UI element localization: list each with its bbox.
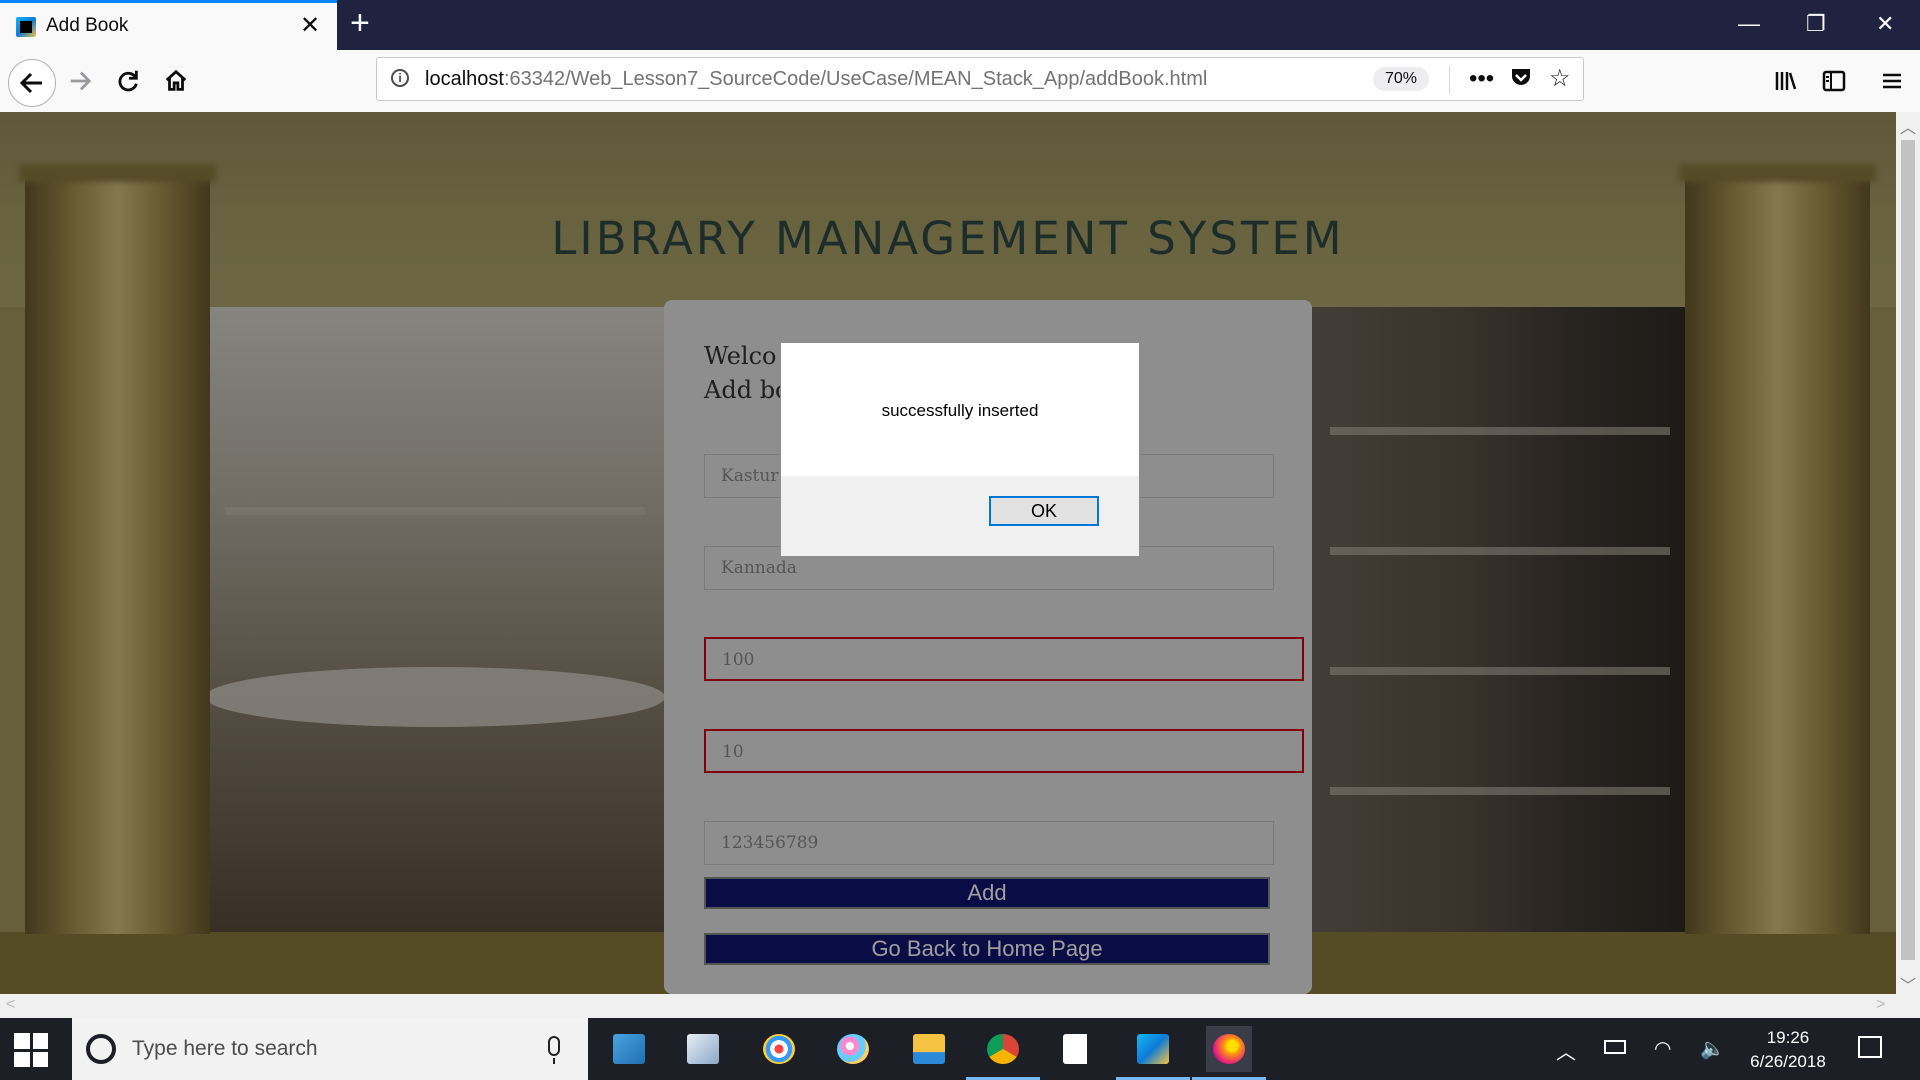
chrome-icon xyxy=(987,1034,1019,1064)
home-button[interactable] xyxy=(156,61,196,101)
scrollbar-corner xyxy=(1896,994,1920,1018)
clock-date: 6/26/2018 xyxy=(1750,1052,1826,1071)
home-icon xyxy=(165,69,187,91)
reload-button[interactable] xyxy=(108,61,148,101)
show-hidden-icons-chevron-icon[interactable]: ︿ xyxy=(1556,1036,1576,1065)
windows-start-button[interactable] xyxy=(14,1033,48,1067)
alert-dialog: successfully inserted OK xyxy=(780,342,1140,557)
url-text[interactable]: localhost:63342/Web_Lesson7_SourceCode/U… xyxy=(425,68,1207,91)
new-tab-button[interactable]: + xyxy=(350,6,370,40)
taskbar-clock[interactable]: 19:26 6/26/2018 xyxy=(1738,1026,1838,1074)
back-button[interactable] xyxy=(8,59,56,107)
alert-footer: OK xyxy=(781,476,1139,556)
window-close-button[interactable]: ✕ xyxy=(1876,10,1894,38)
sticky-notes-icon xyxy=(1063,1034,1095,1064)
zoom-level-indicator[interactable]: 70% xyxy=(1373,67,1429,91)
file-viewer-icon xyxy=(687,1034,719,1064)
windows-logo-icon xyxy=(14,1033,30,1049)
scroll-right-icon[interactable]: > xyxy=(1876,996,1885,1014)
taskbar-search-placeholder: Type here to search xyxy=(132,1037,318,1060)
taskbar-paint[interactable] xyxy=(756,1026,802,1072)
alert-message: successfully inserted xyxy=(881,401,1039,420)
wifi-icon[interactable]: ◠ xyxy=(1654,1036,1671,1061)
control-panel-icon xyxy=(613,1034,645,1064)
library-icon xyxy=(1775,72,1797,90)
browser-titlebar: Add Book ✕ + — ❐ ✕ xyxy=(0,0,1920,50)
vertical-scrollbar[interactable]: ︿ ﹀ xyxy=(1896,112,1920,996)
pocket-icon[interactable] xyxy=(1509,65,1533,95)
taskbar-search-box[interactable]: Type here to search xyxy=(72,1018,588,1080)
browser-tab-add-book[interactable]: Add Book ✕ xyxy=(0,0,337,50)
browser-navbar: i localhost:63342/Web_Lesson7_SourceCode… xyxy=(0,50,1920,113)
urlbar-separator xyxy=(1449,66,1450,94)
vertical-scroll-thumb[interactable] xyxy=(1901,140,1915,960)
forward-arrow-icon xyxy=(70,71,92,91)
bookmark-star-icon[interactable]: ☆ xyxy=(1549,66,1571,92)
taskbar-control-panel[interactable] xyxy=(606,1026,652,1072)
paint-icon xyxy=(763,1034,795,1064)
reload-icon xyxy=(118,70,138,92)
taskbar-webstorm[interactable] xyxy=(1116,1026,1190,1080)
scroll-up-icon[interactable]: ︿ xyxy=(1900,114,1916,138)
firefox-icon xyxy=(1213,1034,1245,1064)
taskbar-paint-3d[interactable] xyxy=(830,1026,876,1072)
site-info-icon[interactable]: i xyxy=(391,69,409,87)
action-center-notification-icon[interactable] xyxy=(1858,1036,1882,1058)
taskbar-file-viewer[interactable] xyxy=(680,1026,726,1072)
url-host: localhost xyxy=(425,68,504,90)
open-menu-button[interactable] xyxy=(1872,61,1912,101)
library-button[interactable] xyxy=(1766,61,1806,101)
hamburger-menu-icon xyxy=(1883,73,1901,89)
webstorm-icon xyxy=(1137,1034,1169,1064)
file-explorer-icon xyxy=(913,1034,945,1064)
sidebar-button[interactable] xyxy=(1814,61,1854,101)
scroll-left-icon[interactable]: < xyxy=(6,996,15,1014)
windows-taskbar: Type here to search ︿ ◠ 🔈 19:26 6/26/201… xyxy=(0,1018,1920,1080)
forward-button[interactable] xyxy=(60,61,100,101)
page-actions-menu-icon[interactable]: ••• xyxy=(1469,66,1494,92)
battery-icon[interactable] xyxy=(1604,1040,1626,1054)
microphone-icon[interactable] xyxy=(548,1036,560,1064)
taskbar-sticky-notes[interactable] xyxy=(1056,1026,1102,1072)
taskbar-firefox[interactable] xyxy=(1192,1026,1266,1080)
cortana-icon xyxy=(86,1034,116,1064)
window-minimize-button[interactable]: — xyxy=(1738,10,1760,38)
back-arrow-icon xyxy=(19,72,42,94)
window-restore-button[interactable]: ❐ xyxy=(1806,10,1826,38)
webstorm-favicon-icon xyxy=(16,17,36,37)
clock-time: 19:26 xyxy=(1766,1028,1810,1047)
taskbar-file-explorer[interactable] xyxy=(906,1026,952,1072)
paint-3d-icon xyxy=(837,1034,869,1064)
tab-close-icon[interactable]: ✕ xyxy=(300,12,320,40)
volume-icon[interactable]: 🔈 xyxy=(1700,1036,1725,1061)
tab-title: Add Book xyxy=(46,15,129,36)
scroll-down-icon[interactable]: ﹀ xyxy=(1900,972,1916,996)
horizontal-scrollbar[interactable]: < > xyxy=(0,994,1896,1018)
sidebar-icon xyxy=(1822,70,1846,92)
url-path: :63342/Web_Lesson7_SourceCode/UseCase/ME… xyxy=(503,68,1208,90)
taskbar-chrome[interactable] xyxy=(966,1026,1040,1080)
url-bar[interactable]: i localhost:63342/Web_Lesson7_SourceCode… xyxy=(376,57,1584,101)
alert-ok-button[interactable]: OK xyxy=(989,496,1099,526)
